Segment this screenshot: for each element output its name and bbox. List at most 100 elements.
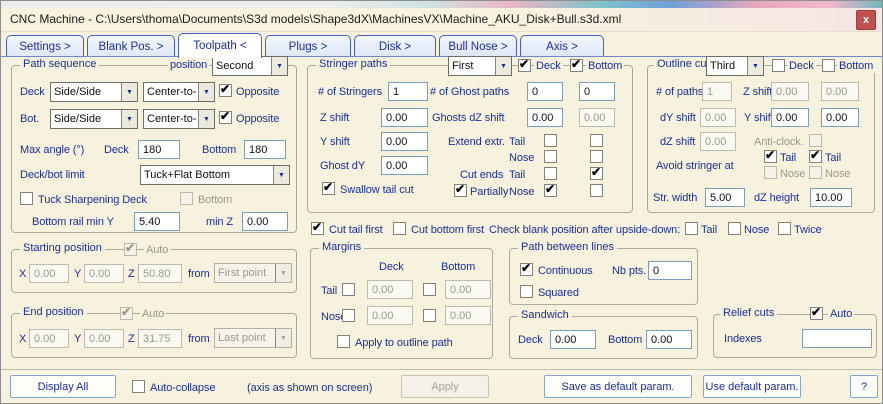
- tab-settings[interactable]: Settings >: [6, 35, 84, 57]
- upside-down-tail-checkbox[interactable]: [685, 222, 698, 235]
- cut-ends-nose-bottom-checkbox[interactable]: [590, 184, 603, 197]
- avoid-tail-bottom-checkbox[interactable]: [809, 150, 822, 163]
- nb-pts-label: Nb pts.: [612, 265, 646, 278]
- ghost-paths-label: # of Ghost paths: [430, 86, 509, 99]
- cut-ends-tail-bottom-checkbox[interactable]: [590, 167, 603, 180]
- tab-blank-pos[interactable]: Blank Pos. >: [87, 35, 175, 57]
- upside-down-twice-checkbox[interactable]: [778, 222, 791, 235]
- starting-auto-label: Auto: [144, 244, 170, 257]
- cut-bottom-first-label: Cut bottom first: [411, 224, 484, 237]
- margins-tail-deck-checkbox[interactable]: [342, 283, 355, 296]
- outline-z-shift-label: Z shift: [743, 86, 772, 99]
- outline-deck-checkbox[interactable]: [772, 59, 785, 72]
- ghost-paths-bottom-field[interactable]: 0: [579, 82, 615, 101]
- num-stringers-field[interactable]: 1: [388, 82, 428, 101]
- stringer-deck-checkbox[interactable]: [518, 59, 531, 72]
- extend-nose-bottom-checkbox[interactable]: [590, 150, 603, 163]
- end-z-field: 31.75: [138, 329, 182, 348]
- title-bar[interactable]: CNC Machine - C:\Users\thoma\Documents\S…: [1, 8, 882, 32]
- position-select[interactable]: Second▼: [212, 56, 288, 76]
- margins-title: Margins: [319, 241, 364, 254]
- stringer-paths-title: Stringer paths: [316, 58, 390, 71]
- chevron-down-icon: ▼: [121, 83, 137, 101]
- cut-ends-tail-deck-checkbox[interactable]: [544, 167, 557, 180]
- upside-down-nose-checkbox[interactable]: [728, 222, 741, 235]
- avoid-nose-bottom-label: Nose: [825, 168, 850, 181]
- partially-checkbox[interactable]: [454, 184, 467, 197]
- end-y-field: 0.00: [84, 329, 124, 348]
- outline-order-value: Third: [707, 57, 747, 75]
- bot-direction-select[interactable]: Center-to-▼: [143, 109, 215, 129]
- bottom-rail-min-y-field[interactable]: 5.40: [134, 212, 180, 231]
- stringer-bottom-checkbox[interactable]: [570, 59, 583, 72]
- outline-order-select[interactable]: Third▼: [706, 56, 764, 76]
- display-all-button[interactable]: Display All: [10, 375, 116, 398]
- ghost-paths-deck-field[interactable]: 0: [527, 82, 563, 101]
- stringer-order-select[interactable]: First▼: [448, 56, 512, 76]
- margins-nose-deck-checkbox[interactable]: [342, 309, 355, 322]
- outline-y-shift-bottom-field[interactable]: 0.00: [821, 108, 859, 127]
- outline-bottom-checkbox[interactable]: [822, 59, 835, 72]
- max-angle-deck-field[interactable]: 180: [138, 140, 180, 159]
- dz-height-field[interactable]: 10.00: [810, 188, 852, 207]
- swallow-tail-cut-checkbox[interactable]: [322, 182, 335, 195]
- indexes-field[interactable]: [802, 329, 872, 348]
- extend-tail-deck-checkbox[interactable]: [544, 134, 557, 147]
- sandwich-bottom-field[interactable]: 0.00: [646, 330, 692, 349]
- y-shift-field[interactable]: 0.00: [381, 132, 428, 151]
- dy-shift-label: dY shift: [660, 112, 696, 125]
- chevron-down-icon: ▼: [495, 57, 511, 75]
- max-angle-bottom-field[interactable]: 180: [244, 140, 286, 159]
- deck-direction-select[interactable]: Center-to-▼: [143, 82, 215, 102]
- cut-tail-first-checkbox[interactable]: [311, 222, 324, 235]
- relief-auto-checkbox[interactable]: [810, 307, 823, 320]
- save-default-button[interactable]: Save as default param.: [544, 375, 692, 398]
- auto-collapse-checkbox[interactable]: [132, 380, 145, 393]
- str-width-field[interactable]: 5.00: [705, 188, 745, 207]
- close-button[interactable]: x: [856, 10, 876, 30]
- cut-ends-nose-deck-checkbox[interactable]: [544, 184, 557, 197]
- cut-ends-tail-label: Tail: [509, 169, 525, 182]
- deck-opposite-checkbox[interactable]: [219, 84, 232, 97]
- tab-axis[interactable]: Axis >: [520, 35, 604, 57]
- margins-tail-bottom-checkbox[interactable]: [423, 283, 436, 296]
- start-x-field: 0.00: [29, 264, 69, 283]
- cut-ends-label: Cut ends: [460, 169, 503, 182]
- footer-divider: [1, 369, 882, 373]
- margins-tail-deck-field: 0.00: [367, 280, 413, 299]
- bot-mode-select[interactable]: Side/Side▼: [50, 109, 138, 129]
- outline-y-shift-deck-field[interactable]: 0.00: [771, 108, 809, 127]
- z-shift-field[interactable]: 0.00: [381, 108, 428, 127]
- deck-bot-limit-select[interactable]: Tuck+Flat Bottom▼: [140, 165, 290, 185]
- use-default-button[interactable]: Use default param.: [703, 375, 801, 398]
- cut-bottom-first-checkbox[interactable]: [393, 222, 406, 235]
- extend-nose-deck-checkbox[interactable]: [544, 150, 557, 163]
- margins-nose-bottom-checkbox[interactable]: [423, 309, 436, 322]
- nb-pts-field[interactable]: 0: [648, 261, 692, 280]
- help-button[interactable]: ?: [850, 375, 878, 398]
- ghosts-dz-deck-field[interactable]: 0.00: [527, 108, 563, 127]
- deck-mode-select[interactable]: Side/Side▼: [50, 82, 138, 102]
- outline-cut-group: Outline cut Third▼ Deck Bottom # of path…: [647, 65, 875, 213]
- apply-to-outline-checkbox[interactable]: [337, 335, 350, 348]
- tab-plugs[interactable]: Plugs >: [265, 35, 351, 57]
- ghosts-dz-bottom-field: 0.00: [579, 108, 615, 127]
- tab-bull-nose[interactable]: Bull Nose >: [439, 35, 517, 57]
- avoid-tail-deck-checkbox[interactable]: [764, 150, 777, 163]
- continuous-checkbox[interactable]: [520, 263, 533, 276]
- squared-label: Squared: [538, 287, 579, 300]
- deck-label: Deck: [20, 86, 45, 99]
- ghost-dy-field[interactable]: 0.00: [381, 156, 428, 175]
- min-z-field[interactable]: 0.00: [242, 212, 288, 231]
- sandwich-deck-field[interactable]: 0.00: [550, 330, 596, 349]
- extend-tail-bottom-checkbox[interactable]: [590, 134, 603, 147]
- margins-tail-label: Tail: [321, 285, 337, 298]
- ghost-dy-label: Ghost dY: [320, 160, 365, 173]
- bot-opposite-checkbox[interactable]: [219, 111, 232, 124]
- squared-checkbox[interactable]: [520, 285, 533, 298]
- apply-to-outline-label: Apply to outline path: [355, 337, 453, 350]
- tab-disk[interactable]: Disk >: [354, 35, 436, 57]
- tuck-sharpening-deck-checkbox[interactable]: [20, 192, 33, 205]
- avoid-nose-deck-label: Nose: [780, 168, 805, 181]
- tab-toolpath[interactable]: Toolpath <: [178, 33, 262, 58]
